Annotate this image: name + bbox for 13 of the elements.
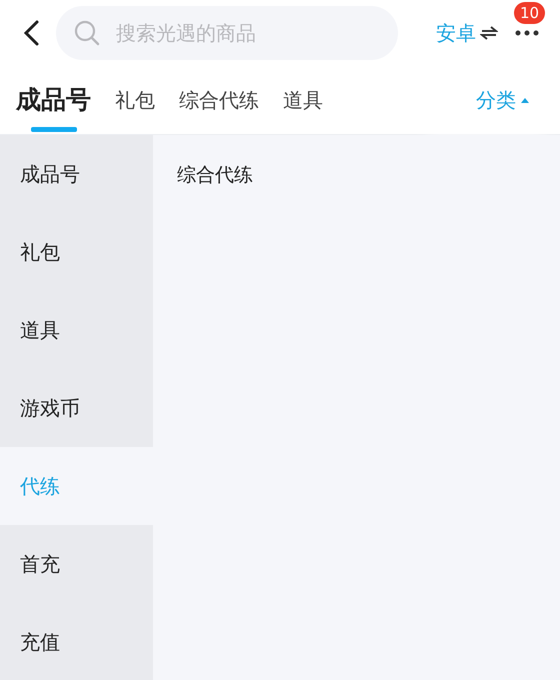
tab[interactable]: 礼包	[115, 66, 155, 134]
more-icon	[514, 29, 540, 37]
more-button[interactable]	[514, 29, 540, 37]
search-icon	[74, 20, 100, 46]
search-field[interactable]: 搜索光遇的商品	[56, 6, 398, 60]
subcategory-item[interactable]: 综合代练	[177, 161, 536, 190]
back-icon	[22, 19, 40, 47]
caret-icon	[520, 97, 530, 103]
notification-badge: 10	[514, 2, 546, 24]
swap-icon[interactable]	[480, 25, 498, 41]
tab[interactable]: 成品号	[16, 66, 91, 134]
tab[interactable]: 道具	[283, 66, 323, 134]
tab[interactable]: 综合代练	[179, 66, 259, 134]
